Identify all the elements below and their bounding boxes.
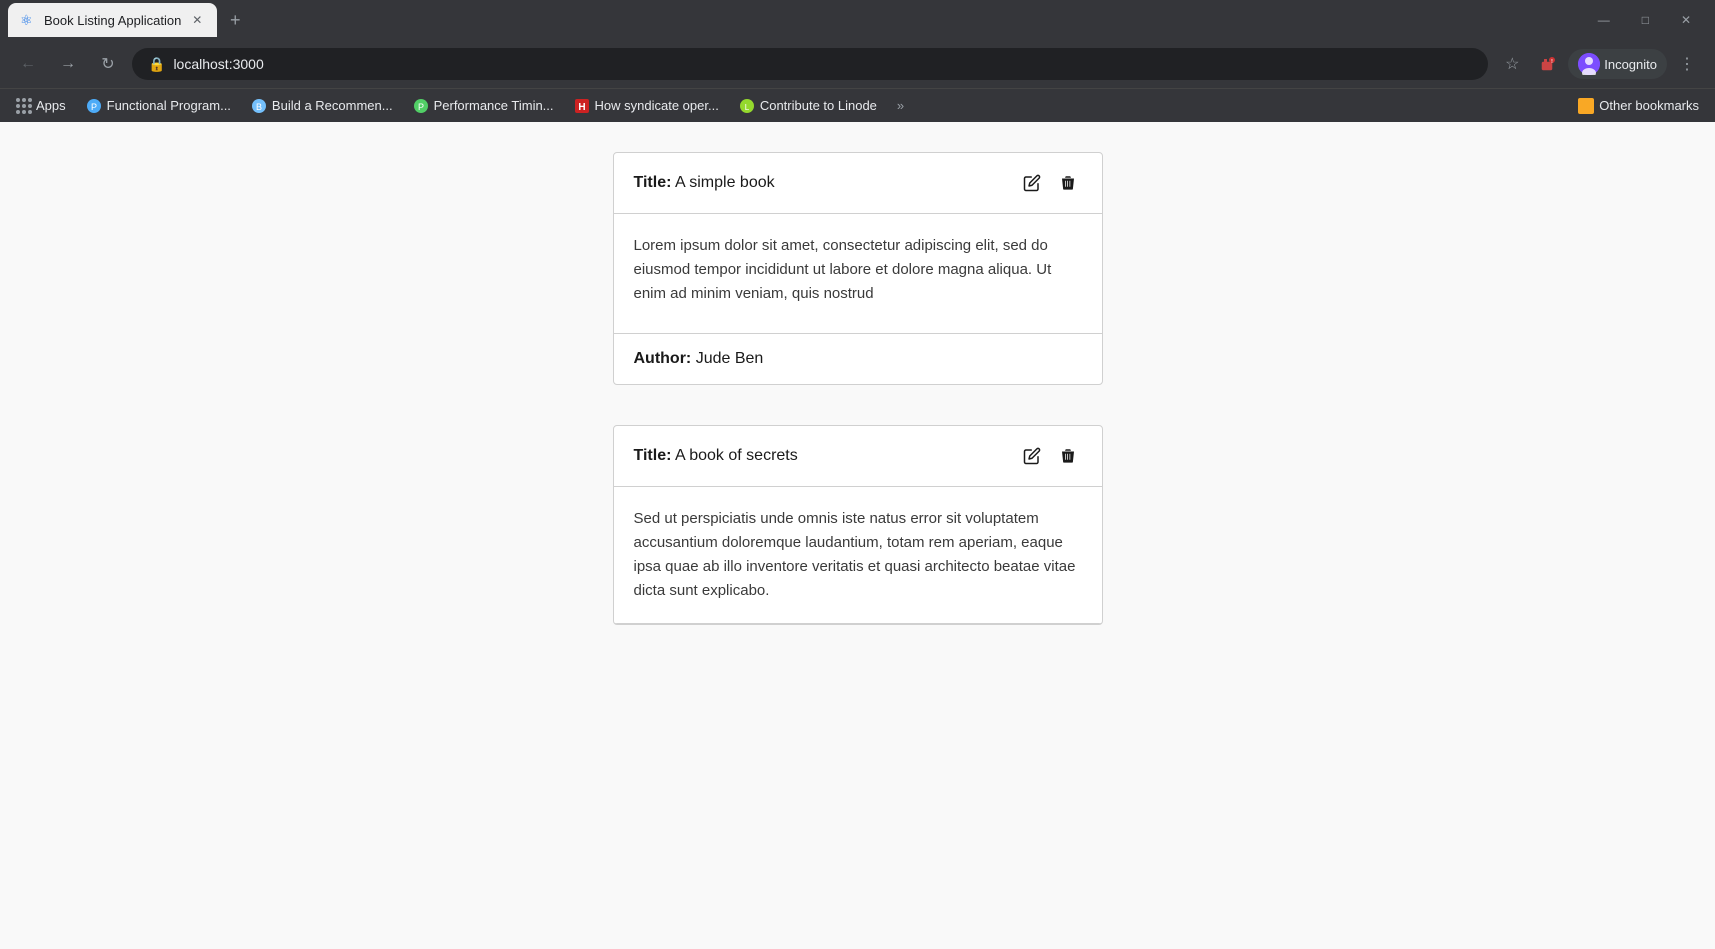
- maximize-button[interactable]: □: [1634, 9, 1657, 31]
- edit-icon: [1023, 174, 1041, 192]
- avatar: [1578, 53, 1600, 75]
- trash-icon: [1059, 174, 1077, 192]
- edit-icon-2: [1023, 447, 1041, 465]
- book-1-edit-button[interactable]: [1018, 169, 1046, 197]
- book-2-edit-button[interactable]: [1018, 442, 1046, 470]
- svg-text:H: H: [578, 102, 585, 113]
- svg-text:P: P: [91, 102, 97, 112]
- bookmark-favicon-linode: L: [739, 98, 755, 114]
- address-bar-right: ☆ ! Incognito ⋮: [1496, 48, 1703, 80]
- book-1-footer: Author: Jude Ben: [614, 334, 1102, 384]
- reload-button[interactable]: ↻: [92, 48, 124, 80]
- bookmark-linode[interactable]: L Contribute to Linode: [731, 94, 885, 118]
- lock-icon: 🔒: [148, 56, 165, 73]
- tab-bar: ⚛ Book Listing Application ✕ + — □ ✕: [0, 0, 1715, 40]
- book-2-description: Sed ut perspiciatis unde omnis iste natu…: [634, 507, 1082, 603]
- book-2-title-label: Title:: [634, 447, 672, 464]
- address-bar: ← → ↻ 🔒 localhost:3000 ☆ !: [0, 40, 1715, 88]
- bookmark-label-functional: Functional Program...: [107, 98, 231, 113]
- bookmark-label-recommender: Build a Recommen...: [272, 98, 393, 113]
- book-1-description: Lorem ipsum dolor sit amet, consectetur …: [634, 234, 1082, 306]
- book-1-author-value: Jude Ben: [696, 350, 764, 367]
- minimize-button[interactable]: —: [1590, 9, 1618, 31]
- more-options-button[interactable]: ⋮: [1671, 48, 1703, 80]
- book-1-title: Title: A simple book: [634, 174, 775, 192]
- book-1-body: Lorem ipsum dolor sit amet, consectetur …: [614, 214, 1102, 334]
- more-bookmarks-button[interactable]: »: [889, 94, 912, 117]
- book-card-1-header: Title: A simple book: [614, 153, 1102, 214]
- book-1-author: Author: Jude Ben: [634, 350, 764, 367]
- book-2-title-value: A book of secrets: [675, 447, 798, 464]
- window-controls: — □ ✕: [1590, 9, 1707, 31]
- book-1-author-label: Author:: [634, 350, 692, 367]
- address-input[interactable]: 🔒 localhost:3000: [132, 48, 1488, 80]
- book-2-title: Title: A book of secrets: [634, 447, 798, 465]
- tab-title: Book Listing Application: [44, 13, 181, 28]
- bookmark-favicon-performance: P: [413, 98, 429, 114]
- page-content: Title: A simple book Lorem ipsum do: [0, 122, 1715, 949]
- book-1-title-label: Title:: [634, 174, 672, 191]
- book-2-delete-button[interactable]: [1054, 442, 1082, 470]
- trash-icon-2: [1059, 447, 1077, 465]
- new-tab-button[interactable]: +: [221, 6, 249, 34]
- bookmark-favicon-functional: P: [86, 98, 102, 114]
- active-tab[interactable]: ⚛ Book Listing Application ✕: [8, 3, 217, 37]
- apps-button[interactable]: Apps: [8, 98, 74, 114]
- bookmark-label-performance: Performance Timin...: [434, 98, 554, 113]
- browser-chrome: ⚛ Book Listing Application ✕ + — □ ✕ ← →…: [0, 0, 1715, 122]
- tab-close-button[interactable]: ✕: [189, 12, 205, 28]
- back-button[interactable]: ←: [12, 48, 44, 80]
- other-bookmarks[interactable]: Other bookmarks: [1570, 94, 1707, 118]
- book-1-delete-button[interactable]: [1054, 169, 1082, 197]
- bookmark-label-syndicate: How syndicate oper...: [595, 98, 719, 113]
- bookmarks-bar: Apps P Functional Program... B Build a R…: [0, 88, 1715, 122]
- close-window-button[interactable]: ✕: [1673, 9, 1699, 31]
- profile-name: Incognito: [1604, 57, 1657, 72]
- apps-grid-icon: [16, 98, 32, 114]
- book-2-actions: [1018, 442, 1082, 470]
- book-1-actions: [1018, 169, 1082, 197]
- svg-text:P: P: [418, 102, 424, 112]
- profile-button[interactable]: Incognito: [1568, 49, 1667, 79]
- bookmark-favicon-syndicate: H: [574, 98, 590, 114]
- address-text: localhost:3000: [173, 56, 263, 72]
- book-2-body: Sed ut perspiciatis unde omnis iste natu…: [614, 487, 1102, 624]
- svg-text:B: B: [256, 102, 262, 112]
- bookmark-favicon-recommender: B: [251, 98, 267, 114]
- bookmark-star-button[interactable]: ☆: [1496, 48, 1528, 80]
- tab-favicon: ⚛: [20, 12, 36, 28]
- bookmark-label-linode: Contribute to Linode: [760, 98, 877, 113]
- book-card-2: Title: A book of secrets Sed ut per: [613, 425, 1103, 625]
- forward-button[interactable]: →: [52, 48, 84, 80]
- svg-text:L: L: [745, 103, 750, 112]
- bookmark-functional[interactable]: P Functional Program...: [78, 94, 239, 118]
- book-card-2-header: Title: A book of secrets: [614, 426, 1102, 487]
- apps-label: Apps: [36, 98, 66, 113]
- bookmark-recommender[interactable]: B Build a Recommen...: [243, 94, 401, 118]
- bookmark-performance[interactable]: P Performance Timin...: [405, 94, 562, 118]
- bookmark-syndicate[interactable]: H How syndicate oper...: [566, 94, 727, 118]
- other-bookmarks-label: Other bookmarks: [1599, 98, 1699, 113]
- book-1-title-value: A simple book: [675, 174, 775, 191]
- extension-button[interactable]: !: [1532, 48, 1564, 80]
- book-card-1: Title: A simple book Lorem ipsum do: [613, 152, 1103, 385]
- folder-icon: [1578, 98, 1594, 114]
